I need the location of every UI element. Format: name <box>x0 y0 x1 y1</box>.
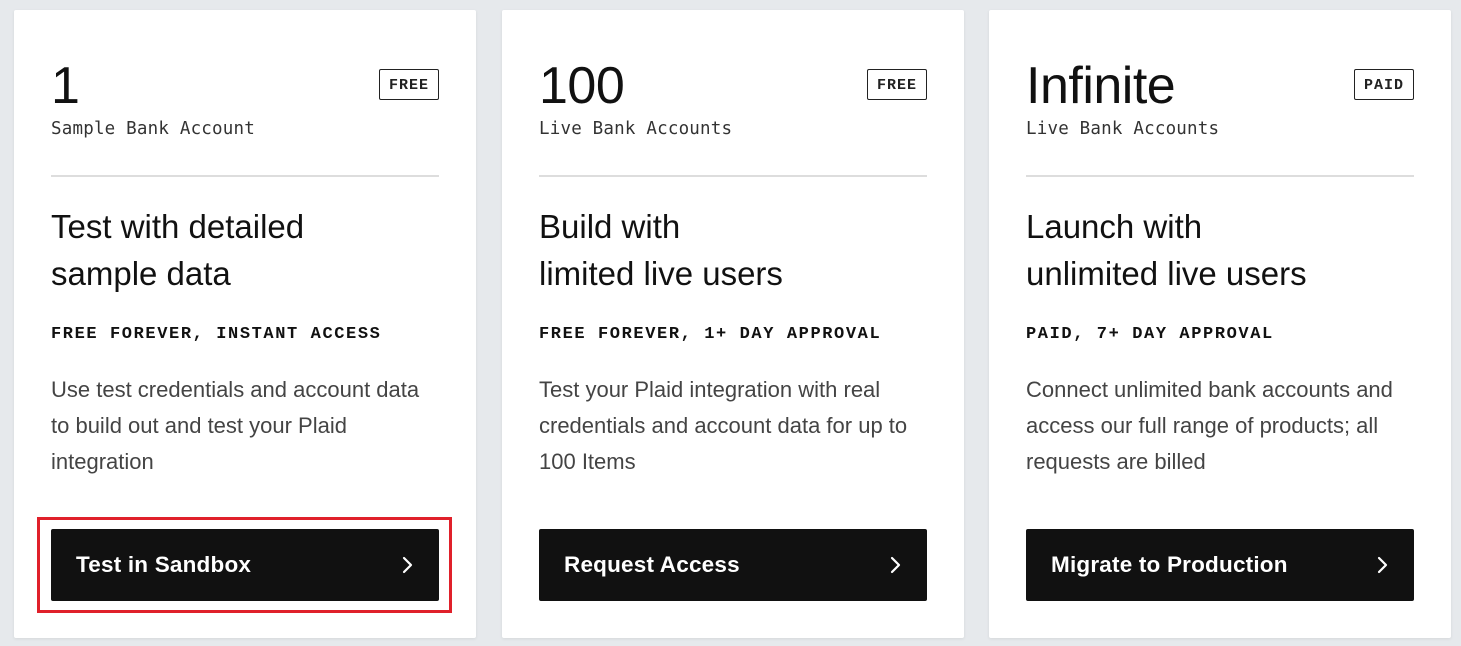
migrate-to-production-button[interactable]: Migrate to Production <box>1026 529 1414 601</box>
plan-card-development: 100 FREE Live Bank Accounts Build with l… <box>502 10 964 638</box>
plan-heading-line-2: sample data <box>51 255 231 292</box>
plan-description: Test your Plaid integration with real cr… <box>539 377 908 474</box>
plan-card-production: Infinite PAID Live Bank Accounts Launch … <box>989 10 1451 638</box>
price-badge: FREE <box>378 69 439 100</box>
account-count: 1 <box>51 57 80 115</box>
price-badge: PAID <box>1353 69 1414 100</box>
plan-heading-line-1: Launch with <box>1026 208 1203 245</box>
plan-heading-line-1: Test with detailed <box>51 208 305 245</box>
plan-heading-line-2: limited live users <box>539 255 783 292</box>
account-count: 100 <box>539 57 625 115</box>
account-count: Infinite <box>1026 57 1176 115</box>
divider <box>539 175 927 177</box>
chevron-right-icon <box>400 555 414 575</box>
plan-tagline: FREE FOREVER, INSTANT ACCESS <box>51 325 382 344</box>
chevron-right-icon <box>888 555 902 575</box>
plan-description: Use test credentials and account data to… <box>51 377 420 474</box>
button-label: Test in Sandbox <box>76 552 252 577</box>
plan-heading-line-2: unlimited live users <box>1026 255 1307 292</box>
price-badge: FREE <box>866 69 927 100</box>
button-label: Request Access <box>564 552 740 577</box>
plan-heading: Launch with unlimited live users <box>1026 203 1307 297</box>
test-in-sandbox-button[interactable]: Test in Sandbox <box>51 529 439 601</box>
account-unit-label: Live Bank Accounts <box>1026 119 1220 139</box>
plan-tagline: FREE FOREVER, 1+ DAY APPROVAL <box>539 325 882 344</box>
plan-description: Connect unlimited bank accounts and acce… <box>1026 377 1393 474</box>
divider <box>51 175 439 177</box>
request-access-button[interactable]: Request Access <box>539 529 927 601</box>
button-label: Migrate to Production <box>1051 552 1288 577</box>
plan-tagline: PAID, 7+ DAY APPROVAL <box>1026 325 1274 344</box>
divider <box>1026 175 1414 177</box>
plan-heading-line-1: Build with <box>539 208 681 245</box>
plan-heading: Test with detailed sample data <box>51 203 304 297</box>
account-unit-label: Sample Bank Account <box>51 119 255 139</box>
plan-heading: Build with limited live users <box>539 203 783 297</box>
chevron-right-icon <box>1375 555 1389 575</box>
account-unit-label: Live Bank Accounts <box>539 119 733 139</box>
plan-card-sandbox: 1 FREE Sample Bank Account Test with det… <box>14 10 476 638</box>
